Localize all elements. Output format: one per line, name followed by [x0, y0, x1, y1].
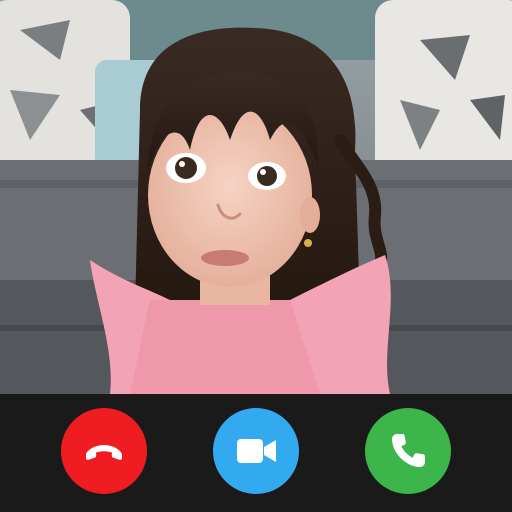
- video-camera-icon: [237, 439, 276, 463]
- accept-call-button[interactable]: [365, 408, 451, 494]
- phone-icon: [392, 434, 425, 467]
- video-call-button[interactable]: [213, 408, 299, 494]
- caller-photo: [0, 0, 512, 394]
- phone-hangup-icon: [86, 445, 122, 460]
- caller-video-feed: [0, 0, 512, 394]
- decline-call-button[interactable]: [61, 408, 147, 494]
